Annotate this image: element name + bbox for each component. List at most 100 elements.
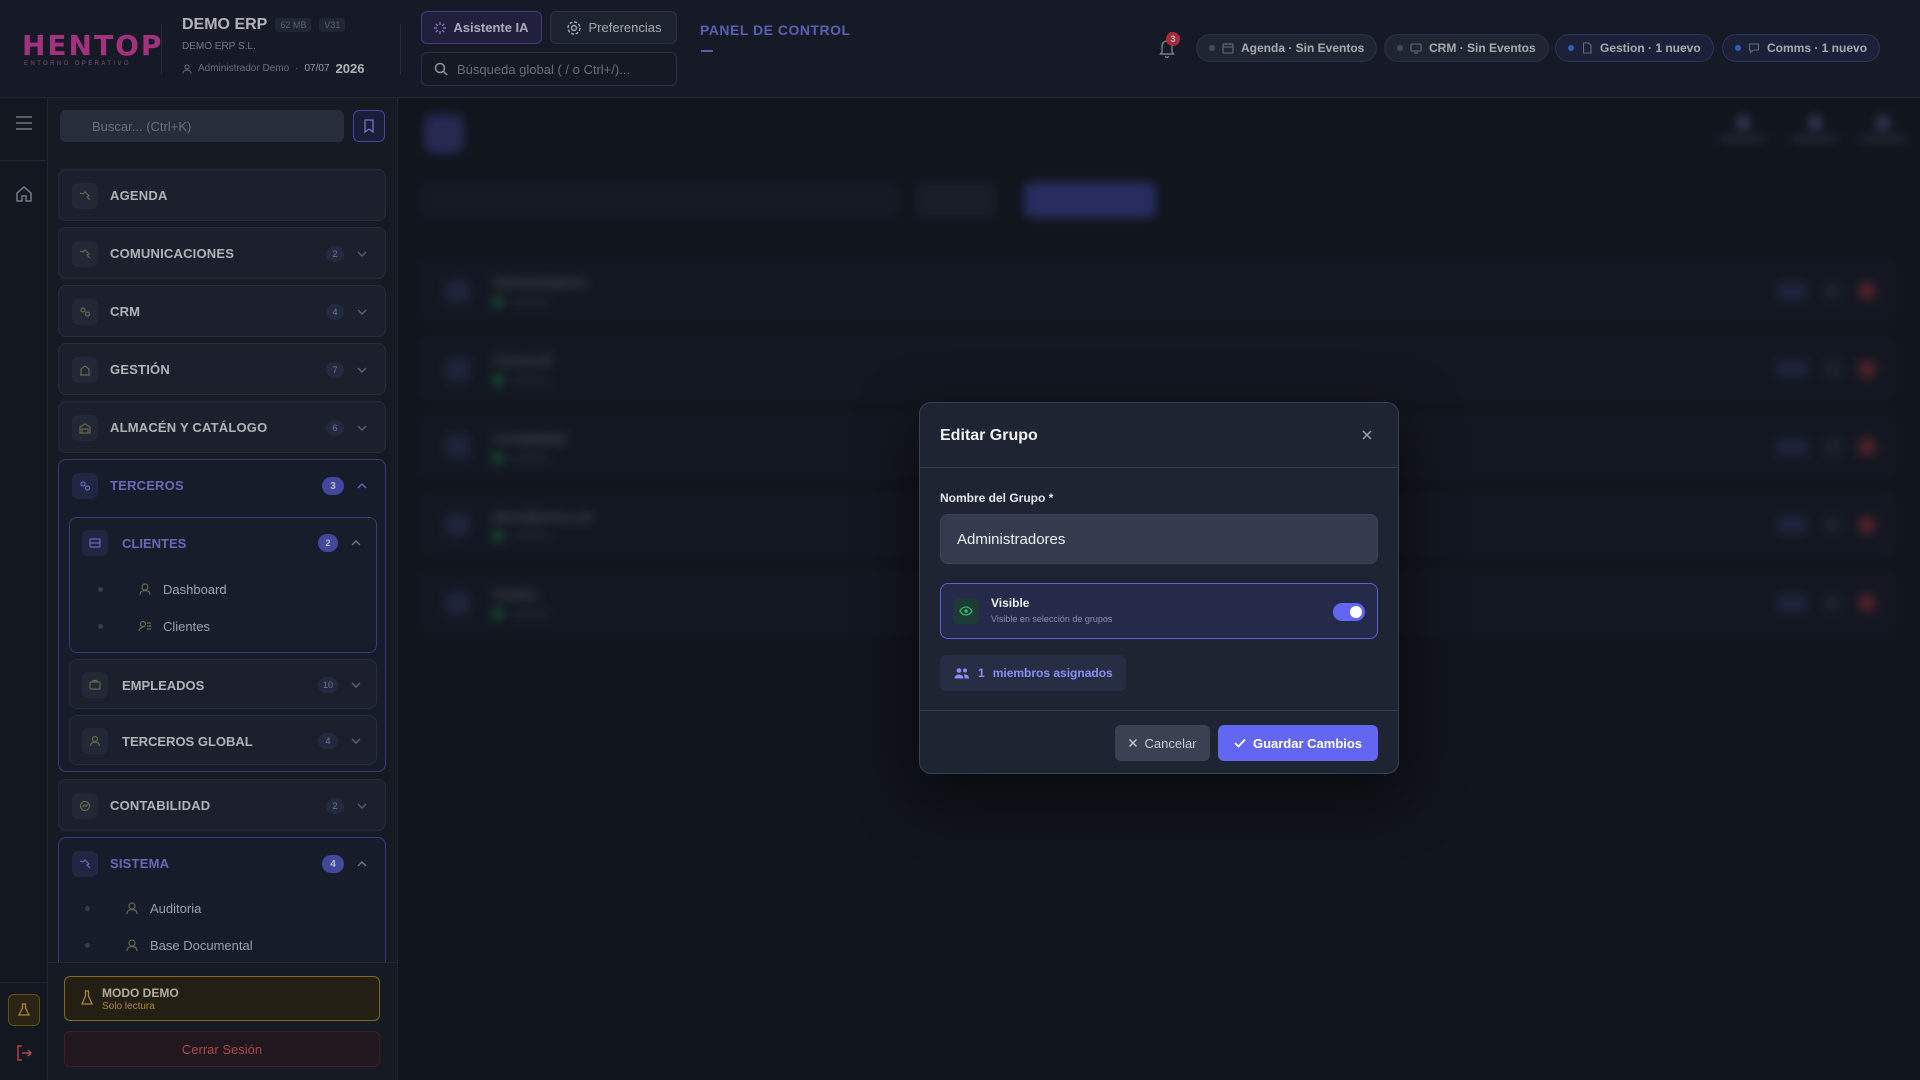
- subsection-empleados[interactable]: EMPLEADOS 10: [69, 659, 377, 709]
- cancel-label: Cancelar: [1144, 735, 1197, 751]
- crm-status-pill[interactable]: CRM · Sin Eventos: [1384, 34, 1549, 62]
- clientes-icon: [82, 530, 108, 556]
- nav-item-label: Base Documental: [150, 937, 253, 953]
- chevron-up-icon: [357, 483, 367, 489]
- header-divider: [400, 24, 401, 74]
- sidebar-search-input[interactable]: Buscar... (Ctrl+K): [60, 110, 344, 142]
- hamburger-icon: [16, 116, 32, 130]
- documents-icon: [124, 937, 140, 953]
- logout-rail-button[interactable]: [12, 1041, 36, 1065]
- agenda-status-pill[interactable]: Agenda · Sin Eventos: [1196, 34, 1378, 62]
- close-icon[interactable]: [1360, 428, 1374, 442]
- section-count-badge: 6: [326, 420, 344, 436]
- save-label: Guardar Cambios: [1252, 735, 1363, 751]
- gestion-status-label: Gestion · 1 nuevo: [1600, 41, 1701, 55]
- save-changes-button[interactable]: Guardar Cambios: [1218, 725, 1378, 761]
- modal-header: Editar Grupo: [920, 403, 1398, 468]
- modal-title: Editar Grupo: [940, 427, 1038, 444]
- panel-title-underline: [701, 50, 713, 52]
- section-label: TERCEROS: [110, 478, 184, 493]
- section-label: ALMACÉN Y CATÁLOGO: [110, 420, 268, 435]
- toggle-knob: [1350, 606, 1362, 618]
- nav-item-auditoria[interactable]: Auditoria: [85, 896, 201, 920]
- pin-sidebar-button[interactable]: [353, 110, 385, 142]
- sidebar-section-gestion[interactable]: GESTIÓN 7: [58, 343, 386, 395]
- users-icon: [954, 668, 969, 679]
- terceros-icon: [72, 473, 98, 499]
- crm-icon: [1410, 43, 1422, 54]
- check-icon: [1234, 738, 1246, 748]
- nav-item-label: Dashboard: [163, 581, 227, 597]
- gear-icon: [566, 20, 581, 35]
- crm-section-icon: [72, 299, 98, 325]
- nav-item-base-documental[interactable]: Base Documental: [85, 933, 253, 957]
- sidebar-section-terceros: TERCEROS 3 CLIENTES 2 Dashboard Clientes: [58, 459, 386, 772]
- subsection-label: CLIENTES: [122, 536, 187, 551]
- agenda-status-label: Agenda · Sin Eventos: [1241, 41, 1365, 55]
- terceros-global-icon: [82, 728, 108, 754]
- gestion-section-icon: [72, 357, 98, 383]
- sidebar-section-crm[interactable]: CRM 4: [58, 285, 386, 337]
- warehouse-icon: [72, 415, 98, 441]
- visibility-toggle[interactable]: [1333, 603, 1365, 621]
- logout-button[interactable]: Cerrar Sesión: [64, 1031, 380, 1067]
- calendar-icon: [1222, 43, 1234, 54]
- global-search-input[interactable]: Búsqueda global ( / o Ctrl+/)...: [421, 52, 677, 86]
- sistema-icon: [72, 851, 98, 877]
- groups-search-input: [420, 182, 900, 218]
- left-rail: [0, 98, 48, 1080]
- nav-item-dashboard[interactable]: Dashboard: [98, 577, 227, 601]
- group-name-input[interactable]: Administradores: [940, 514, 1378, 564]
- stat-block: [1790, 116, 1840, 156]
- clientes-header[interactable]: CLIENTES 2: [70, 518, 376, 568]
- sidebar-section-comunicaciones[interactable]: COMUNICACIONES 2: [58, 227, 386, 279]
- status-dot: [1568, 45, 1574, 51]
- app-logo[interactable]: HENTOP ENTORNO OPERATIVO: [22, 29, 164, 68]
- modal-footer-divider: [920, 710, 1398, 711]
- logo-text: HENTOP: [22, 29, 164, 62]
- ai-assistant-label: Asistente IA: [453, 20, 529, 35]
- status-dot: [1209, 45, 1215, 51]
- section-label: AGENDA: [110, 188, 168, 203]
- members-count: 1: [978, 666, 985, 680]
- terceros-header[interactable]: TERCEROS 3: [59, 460, 385, 512]
- visibility-option[interactable]: Visible Visible en selección de grupos: [940, 583, 1378, 639]
- header-divider: [161, 24, 162, 74]
- home-button[interactable]: [12, 182, 36, 206]
- subsection-terceros-global[interactable]: TERCEROS GLOBAL 4: [69, 715, 377, 765]
- comms-status-pill[interactable]: Comms · 1 nuevo: [1722, 34, 1881, 62]
- section-label: COMUNICACIONES: [110, 246, 235, 261]
- separator-dot: ·: [295, 63, 299, 74]
- demo-mode-subtitle: Solo lectura: [102, 1001, 155, 1012]
- ai-assistant-button[interactable]: Asistente IA: [421, 11, 542, 44]
- panel-title-link[interactable]: PANEL DE CONTROL: [700, 22, 851, 38]
- preferences-button[interactable]: Preferencias: [550, 11, 677, 44]
- section-count-badge: 4: [322, 855, 344, 873]
- subsection-label: EMPLEADOS: [122, 678, 205, 693]
- demo-mode-title: MODO DEMO: [102, 986, 179, 1000]
- visibility-title: Visible: [991, 596, 1030, 610]
- nav-item-label: Auditoria: [150, 900, 202, 916]
- notification-count-badge: 3: [1166, 32, 1180, 46]
- nav-item-clientes[interactable]: Clientes: [98, 614, 210, 638]
- sidebar-section-contabilidad[interactable]: CONTABILIDAD 2: [58, 779, 386, 831]
- menu-toggle-button[interactable]: [12, 111, 36, 135]
- demo-mode-button[interactable]: [8, 994, 40, 1026]
- logout-icon: [17, 1045, 33, 1061]
- user-icon: [182, 64, 192, 74]
- section-count-badge: 2: [326, 798, 344, 814]
- document-icon: [1582, 42, 1592, 54]
- sidebar-section-agenda[interactable]: AGENDA: [58, 169, 386, 221]
- chevron-down-icon: [357, 367, 367, 373]
- section-label: CONTABILIDAD: [110, 798, 211, 813]
- db-size-badge: 62 MB: [275, 18, 312, 32]
- gestion-status-pill[interactable]: Gestion · 1 nuevo: [1555, 34, 1714, 62]
- chevron-down-icon: [357, 803, 367, 809]
- cancel-button[interactable]: Cancelar: [1115, 725, 1210, 761]
- section-count-badge: 3: [322, 477, 344, 495]
- chat-icon: [1748, 43, 1760, 54]
- sidebar-section-almacen[interactable]: ALMACÉN Y CATÁLOGO 6: [58, 401, 386, 453]
- sistema-header[interactable]: SISTEMA 4: [59, 838, 385, 890]
- assigned-members-button[interactable]: 1 miembros asignados: [940, 655, 1126, 691]
- section-label: CRM: [110, 304, 141, 319]
